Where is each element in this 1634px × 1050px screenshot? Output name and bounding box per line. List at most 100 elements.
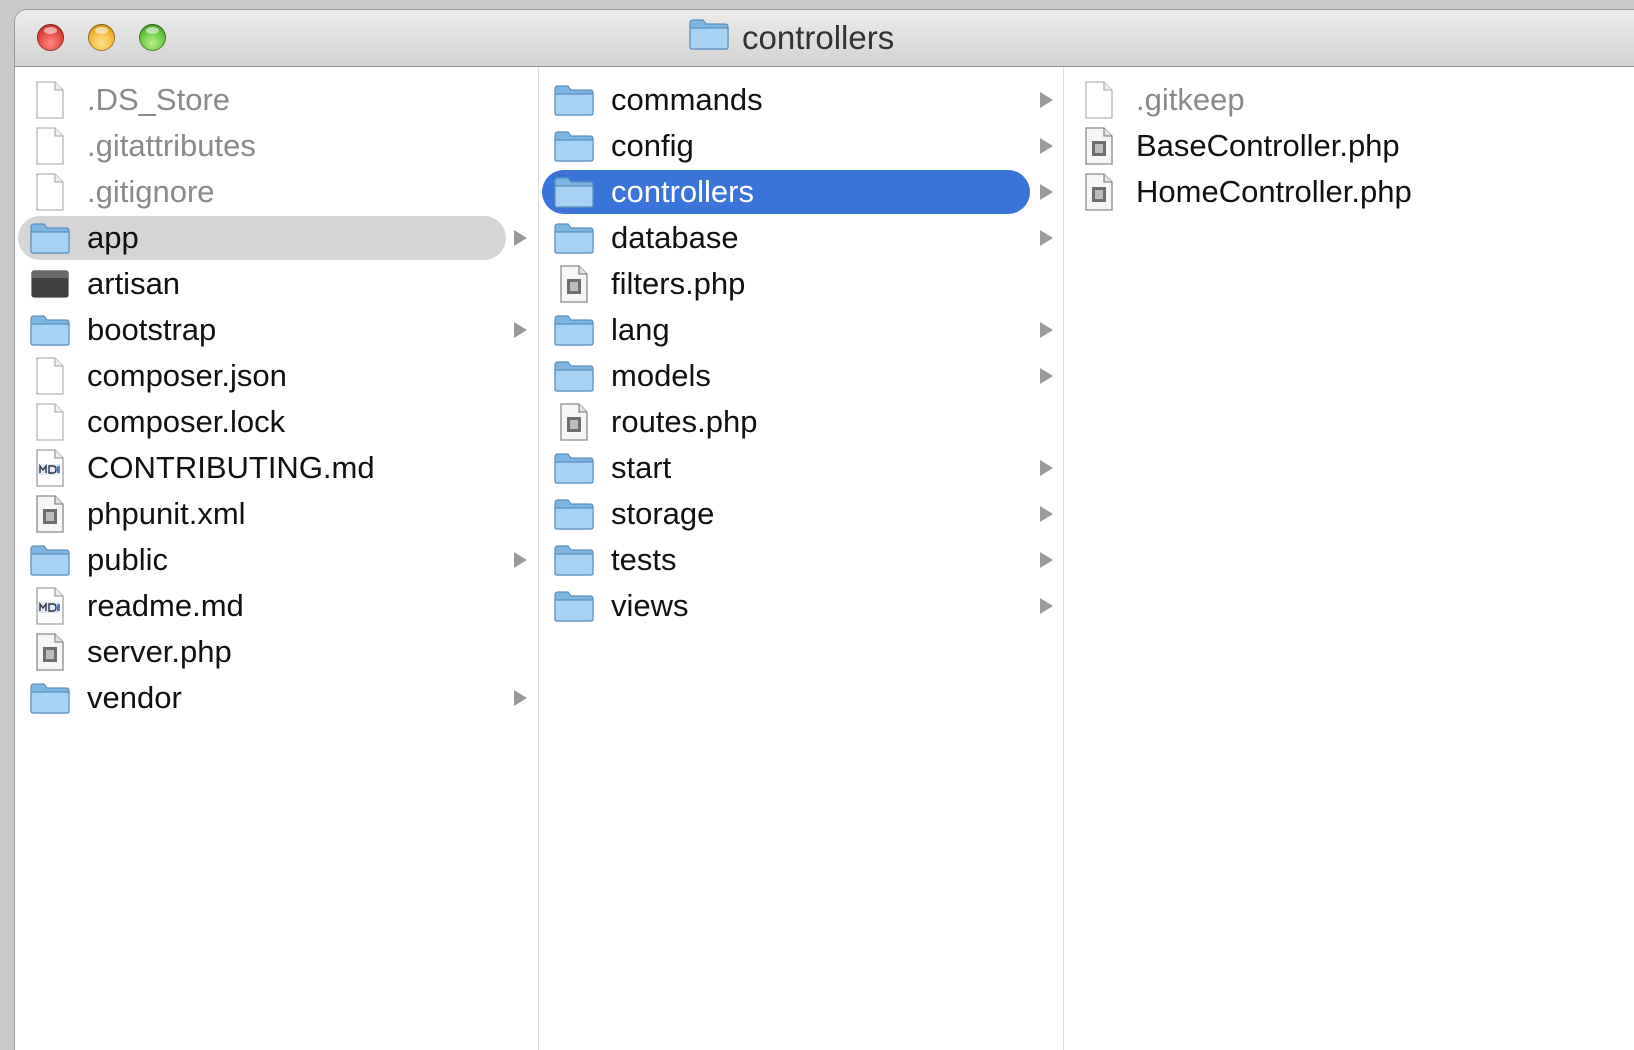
terminal-icon: [28, 266, 72, 302]
file-icon: [1077, 81, 1121, 119]
disclosure-arrow-icon: [514, 552, 527, 568]
folder-icon: [552, 128, 596, 164]
folder-icon: [552, 450, 596, 486]
file-icon: [28, 127, 72, 165]
item-label: tests: [611, 542, 677, 577]
item-label: phpunit.xml: [87, 496, 246, 531]
disclosure-arrow-icon: [1040, 368, 1053, 384]
file-icon: [28, 403, 72, 441]
item-label: readme.md: [87, 588, 244, 623]
markdown-file-icon: [28, 587, 72, 625]
item-label: .gitkeep: [1136, 82, 1245, 117]
disclosure-arrow-icon: [514, 690, 527, 706]
folder-item-commands[interactable]: commands: [542, 78, 1030, 122]
folder-item-tests[interactable]: tests: [542, 538, 1030, 582]
disclosure-arrow-icon: [514, 322, 527, 338]
folder-icon: [688, 17, 730, 59]
disclosure-arrow-icon: [1040, 138, 1053, 154]
script-file-icon: [1077, 127, 1121, 165]
folder-item-config[interactable]: config: [542, 124, 1030, 168]
folder-icon: [552, 358, 596, 394]
window-title: controllers: [688, 18, 894, 58]
script-file-icon: [552, 403, 596, 441]
file-item-contributing-md[interactable]: CONTRIBUTING.md: [18, 446, 506, 490]
item-label: commands: [611, 82, 763, 117]
folder-item-public[interactable]: public: [18, 538, 506, 582]
minimize-button[interactable]: [88, 24, 115, 51]
zoom-button[interactable]: [139, 24, 166, 51]
disclosure-arrow-icon: [1040, 598, 1053, 614]
folder-icon: [552, 220, 596, 256]
folder-icon: [552, 496, 596, 532]
item-label: controllers: [611, 174, 754, 209]
file-item-homecontroller-php[interactable]: HomeController.php: [1067, 170, 1627, 214]
item-label: server.php: [87, 634, 232, 669]
file-icon: [28, 173, 72, 211]
folder-item-app[interactable]: app: [18, 216, 506, 260]
item-label: HomeController.php: [1136, 174, 1412, 209]
file-item-phpunit-xml[interactable]: phpunit.xml: [18, 492, 506, 536]
script-file-icon: [28, 633, 72, 671]
folder-item-lang[interactable]: lang: [542, 308, 1030, 352]
disclosure-arrow-icon: [1040, 184, 1053, 200]
column-app[interactable]: commands config controllers database filters…: [539, 67, 1064, 1050]
folder-icon: [552, 588, 596, 624]
file-item-gitkeep[interactable]: .gitkeep: [1067, 78, 1627, 122]
folder-icon: [552, 174, 596, 210]
file-item-gitignore[interactable]: .gitignore: [18, 170, 506, 214]
folder-item-bootstrap[interactable]: bootstrap: [18, 308, 506, 352]
file-icon: [28, 81, 72, 119]
item-label: filters.php: [611, 266, 746, 301]
disclosure-arrow-icon: [514, 230, 527, 246]
item-label: models: [611, 358, 711, 393]
file-item-gitattributes[interactable]: .gitattributes: [18, 124, 506, 168]
folder-item-vendor[interactable]: vendor: [18, 676, 506, 720]
item-label: database: [611, 220, 739, 255]
folder-icon: [552, 82, 596, 118]
folder-item-views[interactable]: views: [542, 584, 1030, 628]
file-item-artisan[interactable]: artisan: [18, 262, 506, 306]
window-title-text: controllers: [742, 19, 895, 56]
close-button[interactable]: [37, 24, 64, 51]
item-label: public: [87, 542, 168, 577]
script-file-icon: [552, 265, 596, 303]
finder-window: controllers .DS_Store .gitattributes .giti…: [15, 10, 1634, 1050]
column-browser: .DS_Store .gitattributes .gitignore app arti…: [15, 67, 1634, 1050]
file-item-readme-md[interactable]: readme.md: [18, 584, 506, 628]
folder-item-models[interactable]: models: [542, 354, 1030, 398]
item-label: .DS_Store: [87, 82, 231, 117]
folder-item-storage[interactable]: storage: [542, 492, 1030, 536]
file-item-routes-php[interactable]: routes.php: [542, 400, 1030, 444]
column-project-root[interactable]: .DS_Store .gitattributes .gitignore app arti…: [15, 67, 539, 1050]
file-item-composer-lock[interactable]: composer.lock: [18, 400, 506, 444]
item-label: composer.lock: [87, 404, 286, 439]
item-label: storage: [611, 496, 715, 531]
script-file-icon: [1077, 173, 1121, 211]
disclosure-arrow-icon: [1040, 230, 1053, 246]
folder-icon: [28, 220, 72, 256]
title-bar[interactable]: controllers: [15, 10, 1634, 67]
file-icon: [28, 357, 72, 395]
item-label: config: [611, 128, 694, 163]
item-label: artisan: [87, 266, 181, 301]
folder-icon: [552, 312, 596, 348]
item-label: bootstrap: [87, 312, 217, 347]
file-item-filters-php[interactable]: filters.php: [542, 262, 1030, 306]
item-label: routes.php: [611, 404, 758, 439]
disclosure-arrow-icon: [1040, 552, 1053, 568]
markdown-file-icon: [28, 449, 72, 487]
file-item-basecontroller-php[interactable]: BaseController.php: [1067, 124, 1627, 168]
column-controllers[interactable]: .gitkeep BaseController.php HomeController…: [1064, 67, 1634, 1050]
file-item-ds-store[interactable]: .DS_Store: [18, 78, 506, 122]
folder-item-database[interactable]: database: [542, 216, 1030, 260]
disclosure-arrow-icon: [1040, 460, 1053, 476]
folder-item-start[interactable]: start: [542, 446, 1030, 490]
script-file-icon: [28, 495, 72, 533]
disclosure-arrow-icon: [1040, 92, 1053, 108]
file-item-composer-json[interactable]: composer.json: [18, 354, 506, 398]
folder-icon: [28, 312, 72, 348]
item-label: .gitattributes: [87, 128, 256, 163]
file-item-server-php[interactable]: server.php: [18, 630, 506, 674]
folder-icon: [28, 542, 72, 578]
folder-item-controllers[interactable]: controllers: [542, 170, 1030, 214]
